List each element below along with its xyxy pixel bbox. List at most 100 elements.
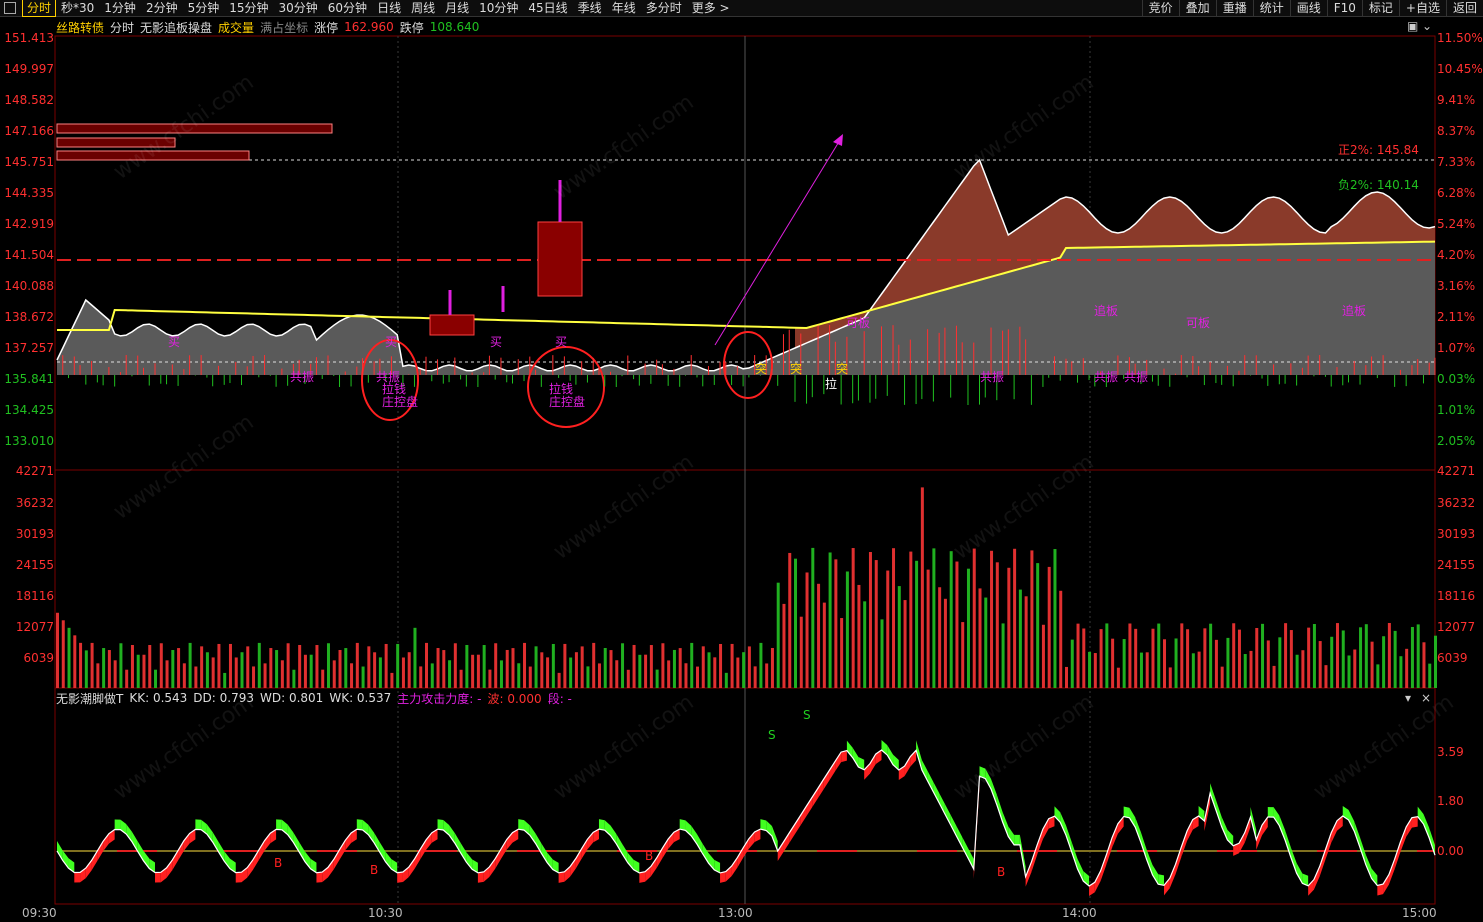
volume-bar: [298, 644, 302, 688]
buy-signal: B: [274, 856, 283, 870]
price-tick: 138.672: [4, 310, 54, 324]
volume-bar: [499, 660, 503, 688]
indicator-band: [327, 859, 334, 878]
percent-tick: 1.01%: [1437, 403, 1476, 417]
volume-bar: [834, 559, 838, 688]
volume-bar: [211, 657, 215, 688]
volume-bar: [984, 597, 988, 688]
volume-bar: [1232, 623, 1236, 688]
indicator-band: [558, 871, 565, 883]
volume-bar: [667, 660, 671, 688]
watermark-text: www.cfchi.com: [549, 90, 698, 205]
indicator-band: [195, 819, 202, 830]
volume-bar: [1174, 638, 1178, 688]
volume-bar: [943, 598, 947, 688]
volume-bar: [246, 646, 250, 688]
volume-bar: [1422, 642, 1426, 688]
volume-bar: [1295, 654, 1299, 688]
volume-bar: [788, 552, 792, 688]
indicator-band: [662, 839, 669, 859]
volume-bar: [1082, 628, 1086, 688]
kk-value: KK: 0.543: [129, 691, 188, 705]
volume-bar: [1059, 590, 1063, 688]
time-tick: 10:30: [368, 906, 403, 920]
volume-tick: 12077: [15, 620, 54, 634]
fullscreen-coord-label[interactable]: 满占坐标: [260, 19, 308, 36]
volume-bar: [1324, 665, 1328, 688]
volume-bar: [828, 552, 832, 688]
indicator-band: [783, 833, 790, 852]
volume-bar: [459, 669, 463, 688]
volume-bar: [1099, 629, 1103, 688]
indicator-title[interactable]: 无影潮脚做T: [56, 690, 123, 707]
volume-bar: [315, 645, 319, 688]
price-tick: 142.919: [4, 217, 54, 231]
volume-bar: [517, 663, 521, 688]
volume-bar: [655, 669, 659, 688]
time-tick: 15:00: [1402, 906, 1437, 920]
volume-bar: [580, 646, 584, 688]
indicator-band: [1273, 807, 1280, 826]
indicator-name[interactable]: 无影追板操盘: [140, 19, 212, 36]
watermark-text: www.cfchi.com: [549, 450, 698, 565]
volume-bar: [1359, 627, 1363, 688]
volume-label[interactable]: 成交量: [218, 19, 254, 36]
volume-bar: [107, 650, 111, 688]
dropdown-icon[interactable]: ▾: [1405, 691, 1411, 705]
volume-bar: [742, 652, 746, 688]
indicator-band: [1411, 816, 1418, 828]
volume-bar: [1122, 639, 1126, 688]
volume-bar: [234, 657, 238, 688]
volume-bar: [874, 560, 878, 688]
volume-bar: [79, 642, 83, 688]
volume-bar: [194, 666, 198, 688]
indicator-band: [829, 760, 836, 780]
indicator-band: [846, 740, 853, 758]
volume-bar: [326, 643, 330, 688]
volume-bar: [217, 643, 221, 688]
indicator-band: [743, 838, 749, 858]
volume-bar: [695, 666, 699, 688]
volume-bar: [1151, 628, 1155, 688]
volume-bar: [724, 672, 728, 688]
indicator-band: [1262, 817, 1268, 836]
volume-bar: [1399, 656, 1403, 688]
volume-bar: [488, 669, 492, 688]
volume-bar: [569, 657, 573, 688]
indicator-band: [777, 842, 784, 861]
volume-bar: [1093, 653, 1097, 688]
indicator-band: [97, 841, 104, 861]
volume-bar: [978, 588, 982, 688]
volume-bar: [361, 666, 365, 688]
indicator-band: [356, 819, 363, 830]
indicator-band: [114, 819, 121, 830]
volume-bar: [661, 643, 665, 688]
indicator-band: [420, 839, 427, 860]
volume-bar: [597, 663, 601, 688]
indicator-band: [627, 852, 634, 870]
indicator-band: [598, 819, 605, 831]
volume-bar: [747, 646, 751, 688]
volume-bar: [701, 646, 705, 688]
volume-bar: [1382, 636, 1386, 688]
volume-bar: [436, 648, 440, 688]
indicator-band: [852, 747, 859, 767]
arrow-head: [833, 134, 843, 146]
chart-canvas[interactable]: www.cfchi.com www.cfchi.com www.cfchi.com w…: [0, 0, 1483, 922]
percent-tick: 7.33%: [1437, 155, 1476, 169]
volume-bar: [845, 571, 849, 688]
dd-value: DD: 0.793: [193, 691, 254, 705]
indicator-band: [529, 825, 536, 844]
volume-bar: [1289, 630, 1293, 688]
close-icon[interactable]: ×: [1421, 691, 1431, 705]
indicator-band: [1152, 864, 1159, 885]
volume-bar: [1364, 624, 1368, 688]
chevron-down-icon[interactable]: ⌄: [1422, 19, 1432, 33]
volume-bar: [56, 612, 59, 688]
settings-icon[interactable]: ▣: [1407, 19, 1418, 33]
resonance-label: 共振: [1094, 370, 1119, 384]
indicator-band: [339, 840, 346, 860]
volume-bar: [1139, 652, 1143, 688]
volume-bar: [880, 619, 884, 688]
limit-up-value: 162.960: [344, 20, 394, 34]
